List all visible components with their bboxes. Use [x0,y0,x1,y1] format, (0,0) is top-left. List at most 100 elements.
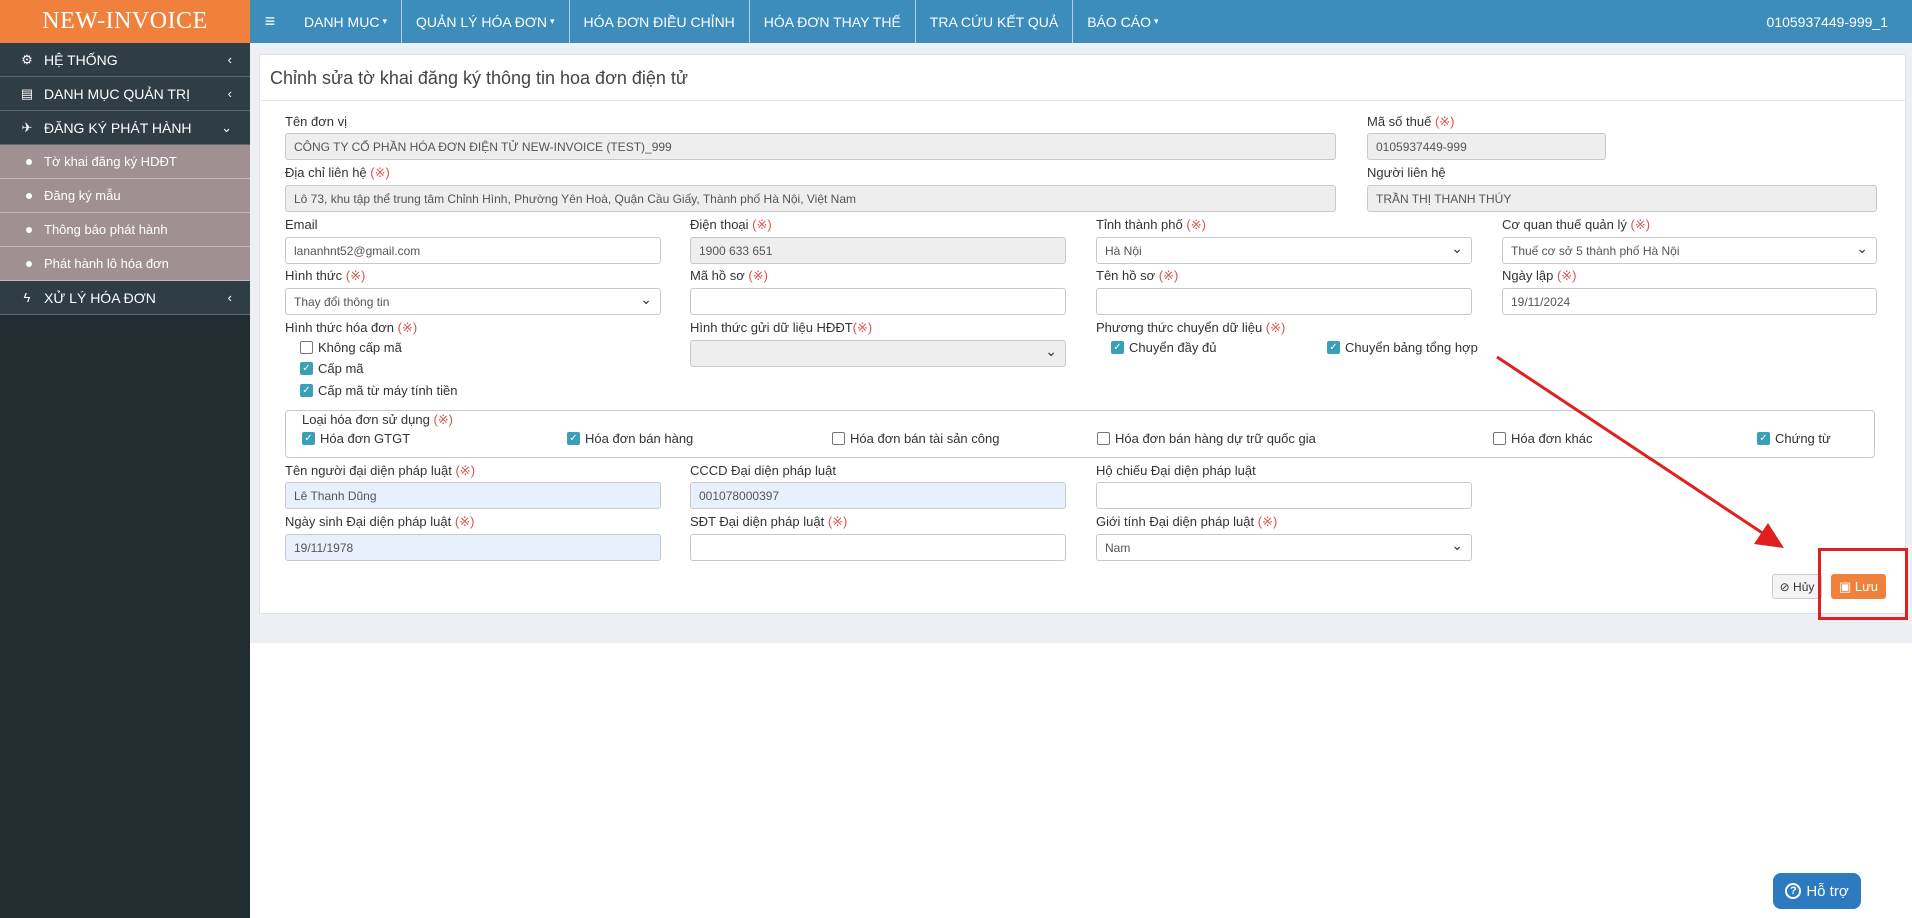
dai-dien-label: Tên người đại diện pháp luật (※) [285,463,476,478]
hinh-thuc-select[interactable]: Thay đổi thông tin [285,288,661,315]
top-navbar: ≡ DANH MỤC ▾ QUẢN LÝ HÓA ĐƠN ▾ HÓA ĐƠN ĐIỀ… [250,0,1912,43]
sdt-field[interactable] [690,534,1066,561]
cancel-button[interactable]: ⊘ Hủy [1772,574,1822,599]
loai-hoa-don-group [285,410,1875,458]
checkmark-icon: ✓ [567,432,580,445]
sidebar-item-label: ĐĂNG KÝ PHÁT HÀNH [44,119,192,136]
checkbox-hoa-don-tai-san-cong[interactable]: Hóa đơn bán tài sản công [832,431,999,446]
checkmark-icon: ✓ [302,432,315,445]
tinh-select[interactable]: Hà Nội [1096,237,1472,264]
nav-quan-ly-hoa-don[interactable]: QUẢN LÝ HÓA ĐƠN ▾ [402,0,570,43]
caret-down-icon: ▾ [1153,16,1159,26]
bolt-icon: ϟ [23,290,31,305]
sidebar-item-xu-ly-hoa-don[interactable]: ϟ XỬ LÝ HÓA ĐƠN ‹ [0,281,250,315]
checkbox-chuyen-day-du[interactable]: ✓ Chuyển đầy đủ [1111,340,1216,355]
phuong-thuc-label: Phương thức chuyển dữ liệu (※) [1096,320,1286,335]
hinh-thuc-gui-select[interactable] [690,340,1066,367]
checkmark-icon: ✓ [300,362,313,375]
hinh-thuc-label: Hình thức (※) [285,268,366,283]
chevron-left-icon: ‹ [227,290,232,305]
checkbox-unchecked-icon [832,432,845,445]
help-button[interactable]: ? Hỗ trợ [1773,873,1861,909]
chevron-left-icon: ‹ [227,86,232,101]
checkmark-icon: ✓ [300,384,313,397]
mst-field[interactable]: 0105937449-999 [1367,133,1606,160]
checkmark-icon: ✓ [1757,432,1770,445]
bullet-icon [26,226,32,233]
bullet-icon [26,158,32,165]
sidebar-item-he-thong[interactable]: ⚙ HỆ THỐNG ‹ [0,43,250,77]
sidebar-subitem-thong-bao[interactable]: Thông báo phát hành [0,213,250,247]
nav-hoa-don-dieu-chinh[interactable]: HÓA ĐƠN ĐIỀU CHỈNH [570,0,750,43]
ma-ho-so-field[interactable] [690,288,1066,315]
checkmark-icon: ✓ [1327,341,1340,354]
sidebar-item-dang-ky-phat-hanh[interactable]: ✈ ĐĂNG KÝ PHÁT HÀNH ⌄ [0,111,250,145]
nguoi-lien-he-label: Người liên hệ [1367,165,1446,180]
ban-icon: ⊘ [1779,579,1790,594]
menu-toggle-icon[interactable]: ≡ [250,0,290,43]
gioi-tinh-select[interactable]: Nam [1096,534,1472,561]
sidebar-subitem-dang-ky-mau[interactable]: Đăng ký mẫu [0,179,250,213]
dia-chi-field[interactable]: Lô 73, khu tập thể trung tâm Chỉnh Hình,… [285,185,1336,212]
checkbox-hoa-don-khac[interactable]: Hóa đơn khác [1493,431,1593,446]
email-label: Email [285,217,318,232]
co-quan-thue-select[interactable]: Thuế cơ sở 5 thành phố Hà Nội [1502,237,1877,264]
checkbox-unchecked-icon [300,341,313,354]
checkbox-unchecked-icon [1097,432,1110,445]
sidebar-subitem-phat-hanh-lo[interactable]: Phát hành lô hóa đơn [0,247,250,281]
checkbox-khong-cap-ma[interactable]: Không cấp mã [300,340,402,355]
ten-ho-so-label: Tên hồ sơ (※) [1096,268,1179,283]
hinh-thuc-gui-label: Hình thức gửi dữ liệu HĐĐT(※) [690,320,873,335]
caret-down-icon: ▾ [550,16,555,26]
dai-dien-field[interactable]: Lê Thanh Dũng [285,482,661,509]
nav-hoa-don-thay-the[interactable]: HÓA ĐƠN THAY THẾ [750,0,916,43]
ngay-lap-field[interactable]: 19/11/2024 [1502,288,1877,315]
nav-danh-muc[interactable]: DANH MỤC ▾ [290,0,402,43]
nav-bao-cao[interactable]: BÁO CÁO ▾ [1073,0,1172,43]
user-account[interactable]: 0105937449-999_1 [1767,14,1912,30]
cccd-field[interactable]: 001078000397 [690,482,1066,509]
chevron-left-icon: ‹ [227,52,232,67]
checkbox-hoa-don-du-tru-quoc-gia[interactable]: Hóa đơn bán hàng dự trữ quốc gia [1097,431,1316,446]
ho-chieu-field[interactable] [1096,482,1472,509]
checkbox-cap-ma-may-tinh-tien[interactable]: ✓ Cấp mã từ máy tính tiền [300,383,457,398]
gioi-tinh-label: Giới tính Đại diện pháp luật (※) [1096,514,1278,529]
nguoi-lien-he-field[interactable]: TRẦN THỊ THANH THÚY [1367,185,1877,212]
checkbox-chung-tu[interactable]: ✓ Chứng từ [1757,431,1831,446]
nav-tra-cuu-ket-qua[interactable]: TRA CỨU KẾT QUẢ [916,0,1074,43]
sdt-label: SĐT Đại diện pháp luật (※) [690,514,848,529]
tinh-label: Tỉnh thành phố (※) [1096,217,1206,232]
file-icon: ▤ [20,85,34,101]
email-field[interactable]: lananhnt52@gmail.com [285,237,661,264]
ngay-sinh-label: Ngày sinh Đại diện pháp luật (※) [285,514,475,529]
sidebar-subitem-to-khai[interactable]: Tờ khai đăng ký HDĐT [0,145,250,179]
checkbox-chuyen-bang-tong-hop[interactable]: ✓ Chuyển bảng tổng hợp [1327,340,1478,355]
checkbox-hoa-don-gtgt[interactable]: ✓ Hóa đơn GTGT [302,431,410,446]
checkbox-hoa-don-ban-hang[interactable]: ✓ Hóa đơn bán hàng [567,431,693,446]
highlight-box [1818,548,1908,620]
divider [259,100,1906,101]
sidebar-item-label: HỆ THỐNG [44,51,118,68]
sidebar-item-label: DANH MỤC QUẢN TRỊ [44,85,190,102]
dien-thoai-field[interactable]: 1900 633 651 [690,237,1066,264]
bullet-icon [26,192,32,199]
chevron-down-icon: ⌄ [221,119,232,135]
checkbox-cap-ma[interactable]: ✓ Cấp mã [300,361,364,376]
cccd-label: CCCD Đại diện pháp luật [690,463,836,478]
ten-don-vi-field[interactable]: CÔNG TY CỔ PHẦN HÓA ĐƠN ĐIỆN TỬ NEW-INVO… [285,133,1336,160]
co-quan-thue-label: Cơ quan thuế quản lý (※) [1502,217,1651,232]
caret-down-icon: ▾ [382,16,387,26]
sidebar-item-label: XỬ LÝ HÓA ĐƠN [44,289,156,306]
ten-ho-so-field[interactable] [1096,288,1472,315]
sidebar-item-danh-muc-quan-tri[interactable]: ▤ DANH MỤC QUẢN TRỊ ‹ [0,77,250,111]
brand-logo[interactable]: NEW-INVOICE [0,0,250,43]
page-title: Chỉnh sửa tờ khai đăng ký thông tin hoa … [270,68,688,88]
plane-icon: ✈ [21,119,33,135]
sidebar: ⚙ HỆ THỐNG ‹ ▤ DANH MỤC QUẢN TRỊ ‹ ✈ ĐĂN… [0,43,250,918]
question-icon: ? [1785,883,1802,899]
ma-ho-so-label: Mã hồ sơ (※) [690,268,768,283]
checkmark-icon: ✓ [1111,341,1124,354]
ngay-lap-label: Ngày lập (※) [1502,268,1577,283]
mst-label: Mã số thuế (※) [1367,114,1455,129]
ngay-sinh-field[interactable]: 19/11/1978 [285,534,661,561]
